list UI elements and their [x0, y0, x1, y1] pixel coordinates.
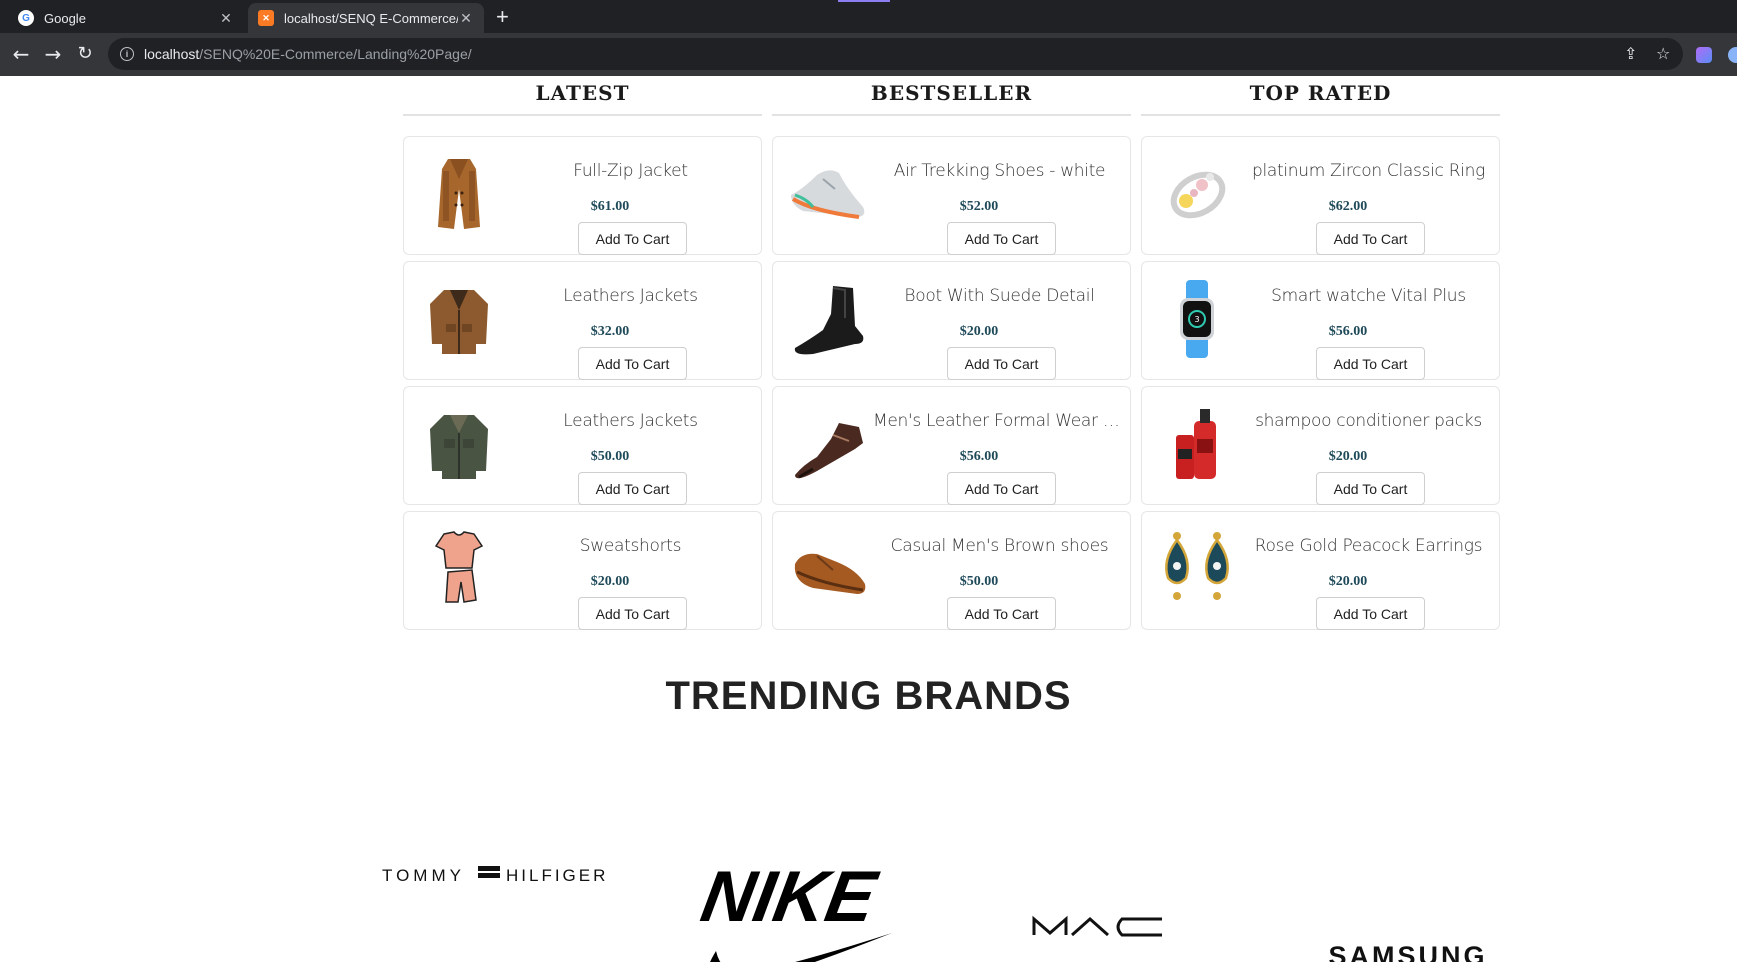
bookmark-star-icon[interactable]: ☆: [1656, 42, 1670, 66]
trending-brands-heading: TRENDING BRANDS: [665, 674, 1072, 718]
add-to-cart-button[interactable]: Add To Cart: [947, 222, 1056, 255]
tab-localhost[interactable]: ✕ localhost/SENQ E-Commerce/La ✕: [248, 3, 484, 33]
brand-mac[interactable]: [1030, 911, 1170, 941]
svg-text:NIKE: NIKE: [696, 856, 884, 936]
brand-tommy-hilfiger[interactable]: TOMMY HILFIGER: [382, 854, 606, 894]
product-price: $20.00: [959, 324, 999, 339]
jacket-green-image[interactable]: [414, 399, 504, 489]
brand-nike[interactable]: NIKE: [696, 821, 896, 962]
address-bar[interactable]: i localhost/SENQ%20E-Commerce/Landing%20…: [108, 38, 1683, 70]
svg-text:3: 3: [1194, 315, 1199, 324]
google-icon: G: [18, 10, 34, 26]
formal-shoe-image[interactable]: [783, 399, 873, 489]
product-price: $50.00: [959, 574, 999, 589]
product-price: $32.00: [590, 324, 630, 339]
product-name[interactable]: Leathers Jackets: [504, 286, 757, 306]
product-name[interactable]: platinum Zircon Classic Ring: [1242, 161, 1495, 181]
ring-image[interactable]: [1152, 149, 1242, 239]
add-to-cart-button[interactable]: Add To Cart: [947, 347, 1056, 380]
add-to-cart-button[interactable]: Add To Cart: [1316, 347, 1425, 380]
profile-icon[interactable]: [1728, 47, 1737, 63]
brand-samsung[interactable]: SAMSUNG: [1328, 936, 1488, 962]
close-icon[interactable]: ✕: [458, 10, 474, 27]
svg-text:HILFIGER: HILFIGER: [506, 866, 606, 885]
product-name[interactable]: shampoo conditioner packs: [1242, 411, 1495, 431]
product-name[interactable]: Sweatshorts: [504, 536, 757, 556]
add-to-cart-button[interactable]: Add To Cart: [1316, 222, 1425, 255]
product-card: 3 Smart watche Vital Plus $56.00 Add To …: [1141, 261, 1500, 380]
product-price: $20.00: [1328, 574, 1368, 589]
sweatshorts-image[interactable]: [414, 524, 504, 614]
add-to-cart-button[interactable]: Add To Cart: [947, 472, 1056, 505]
share-icon[interactable]: ⇪: [1624, 42, 1637, 66]
latest-column: LATEST Full-Zip Jacket $61.00 Add To Car…: [403, 76, 762, 636]
product-name[interactable]: Men's Leather Formal Wear s...: [873, 411, 1126, 431]
product-price: $52.00: [959, 199, 999, 214]
column-heading: TOP RATED: [1141, 76, 1500, 116]
add-to-cart-button[interactable]: Add To Cart: [947, 597, 1056, 630]
new-tab-button[interactable]: +: [496, 5, 509, 29]
product-price: $50.00: [590, 449, 630, 464]
product-price: $56.00: [1328, 324, 1368, 339]
product-card: Boot With Suede Detail $20.00 Add To Car…: [772, 261, 1131, 380]
product-card: Leathers Jackets $50.00 Add To Cart: [403, 386, 762, 505]
product-name[interactable]: Leathers Jackets: [504, 411, 757, 431]
coat-image[interactable]: [414, 149, 504, 239]
add-to-cart-button[interactable]: Add To Cart: [578, 222, 687, 255]
xampp-icon: ✕: [258, 10, 274, 26]
product-price: $20.00: [1328, 449, 1368, 464]
earrings-image[interactable]: [1152, 524, 1242, 614]
product-name[interactable]: Air Trekking Shoes - white: [873, 161, 1126, 181]
product-card: Casual Men's Brown shoes $50.00 Add To C…: [772, 511, 1131, 630]
product-name[interactable]: Casual Men's Brown shoes: [873, 536, 1126, 556]
url-path: /SENQ%20E-Commerce/Landing%20Page/: [199, 46, 472, 62]
add-to-cart-button[interactable]: Add To Cart: [1316, 597, 1425, 630]
tab-title: Google: [44, 10, 86, 26]
column-heading: BESTSELLER: [772, 76, 1131, 116]
add-to-cart-button[interactable]: Add To Cart: [578, 597, 687, 630]
product-price: $61.00: [590, 199, 630, 214]
product-price: $62.00: [1328, 199, 1368, 214]
product-name[interactable]: Smart watche Vital Plus: [1242, 286, 1495, 306]
product-name[interactable]: Full-Zip Jacket: [504, 161, 757, 181]
tabstrip-accent: [838, 0, 890, 2]
info-icon[interactable]: i: [120, 47, 134, 61]
forward-arrow-icon[interactable]: →: [41, 42, 65, 66]
jacket-brown-image[interactable]: [414, 274, 504, 364]
bestseller-column: BESTSELLER Air Trekking Shoes - white $5…: [772, 76, 1131, 636]
smartwatch-image[interactable]: 3: [1152, 274, 1242, 364]
add-to-cart-button[interactable]: Add To Cart: [578, 472, 687, 505]
brown-shoe-image[interactable]: [783, 524, 873, 614]
top-rated-column: TOP RATED platinum Zircon Classic Ring $…: [1141, 76, 1500, 636]
product-card: Leathers Jackets $32.00 Add To Cart: [403, 261, 762, 380]
reload-icon[interactable]: ↻: [73, 42, 97, 66]
product-card: shampoo conditioner packs $20.00 Add To …: [1141, 386, 1500, 505]
product-card: Air Trekking Shoes - white $52.00 Add To…: [772, 136, 1131, 255]
browser-tabstrip: G Google ✕ ✕ localhost/SENQ E-Commerce/L…: [0, 0, 1737, 33]
column-heading: LATEST: [403, 76, 762, 116]
sneaker-image[interactable]: [783, 149, 873, 239]
product-price: $20.00: [590, 574, 630, 589]
extension-icon[interactable]: [1696, 47, 1712, 63]
product-card: Men's Leather Formal Wear s... $56.00 Ad…: [772, 386, 1131, 505]
close-icon[interactable]: ✕: [218, 10, 234, 27]
add-to-cart-button[interactable]: Add To Cart: [1316, 472, 1425, 505]
back-arrow-icon[interactable]: ←: [9, 42, 33, 66]
product-name[interactable]: Boot With Suede Detail: [873, 286, 1126, 306]
svg-text:TOMMY: TOMMY: [382, 866, 465, 885]
tab-title: localhost/SENQ E-Commerce/La: [284, 10, 458, 26]
product-name[interactable]: Rose Gold Peacock Earrings: [1242, 536, 1495, 556]
tab-google[interactable]: G Google ✕: [8, 3, 244, 33]
add-to-cart-button[interactable]: Add To Cart: [578, 347, 687, 380]
landing-page: LATEST Full-Zip Jacket $61.00 Add To Car…: [0, 76, 1737, 962]
product-card: Sweatshorts $20.00 Add To Cart: [403, 511, 762, 630]
product-card: Full-Zip Jacket $61.00 Add To Cart: [403, 136, 762, 255]
product-card: Rose Gold Peacock Earrings $20.00 Add To…: [1141, 511, 1500, 630]
boot-image[interactable]: [783, 274, 873, 364]
shampoo-image[interactable]: [1152, 399, 1242, 489]
product-price: $56.00: [959, 449, 999, 464]
browser-toolbar: ← → ↻ i localhost/SENQ%20E-Commerce/Land…: [0, 33, 1737, 76]
product-card: platinum Zircon Classic Ring $62.00 Add …: [1141, 136, 1500, 255]
url-host: localhost: [144, 46, 200, 62]
